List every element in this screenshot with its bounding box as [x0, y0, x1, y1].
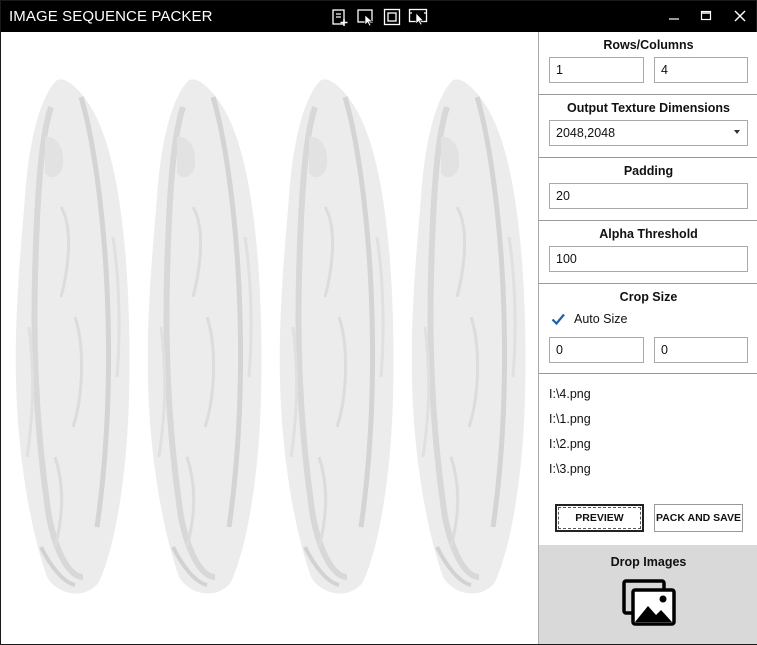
app-window: IMAGE SEQUENCE PACKER Rows/Columns 1 4 O… [0, 0, 757, 645]
padding-input[interactable]: 20 [549, 183, 748, 209]
list-item[interactable]: I:\3.png [549, 462, 591, 476]
crop-height-input[interactable]: 0 [654, 337, 748, 363]
auto-size-checkbox[interactable] [550, 311, 566, 327]
sprite-frame [143, 77, 263, 599]
sprite-frame [275, 77, 395, 599]
alpha-threshold-input[interactable]: 100 [549, 246, 748, 272]
output-texture-label: Output Texture Dimensions [567, 101, 730, 115]
add-file-icon[interactable] [330, 7, 350, 27]
columns-input[interactable]: 4 [654, 57, 748, 83]
drop-images-zone[interactable]: Drop Images [539, 545, 757, 644]
list-item[interactable]: I:\2.png [549, 437, 591, 451]
fit-frame-icon[interactable] [382, 7, 402, 27]
crop-size-section: Crop Size Auto Size 0 0 [539, 284, 757, 374]
alpha-threshold-section: Alpha Threshold 100 [539, 221, 757, 284]
title-bar: IMAGE SEQUENCE PACKER [1, 1, 756, 40]
minimize-button[interactable] [661, 6, 687, 28]
padding-section: Padding 20 [539, 158, 757, 221]
rows-columns-section: Rows/Columns 1 4 [539, 32, 757, 95]
auto-size-label: Auto Size [574, 312, 628, 326]
app-title: IMAGE SEQUENCE PACKER [9, 8, 213, 25]
screen-select-icon[interactable] [408, 7, 428, 27]
list-item[interactable]: I:\4.png [549, 387, 591, 401]
settings-panel: Rows/Columns 1 4 Output Texture Dimensio… [538, 32, 757, 644]
close-icon [734, 10, 746, 22]
rows-input[interactable]: 1 [549, 57, 644, 83]
drop-images-label: Drop Images [610, 555, 687, 569]
crop-size-label: Crop Size [619, 290, 678, 304]
list-item[interactable]: I:\1.png [549, 412, 591, 426]
close-button[interactable] [727, 6, 753, 28]
images-icon [622, 579, 676, 626]
maximize-icon [700, 10, 712, 21]
maximize-button[interactable] [693, 6, 719, 28]
minimize-icon [669, 18, 679, 20]
sprite-frame [407, 77, 527, 599]
preview-button[interactable]: PREVIEW [555, 504, 644, 532]
output-texture-section: Output Texture Dimensions 2048,2048 [539, 95, 757, 158]
pack-and-save-button[interactable]: PACK AND SAVE [654, 504, 743, 532]
padding-label: Padding [623, 164, 674, 178]
rows-columns-label: Rows/Columns [603, 38, 694, 52]
packed-preview-canvas[interactable] [2, 32, 538, 644]
crop-width-input[interactable]: 0 [549, 337, 644, 363]
output-texture-value: 2048,2048 [556, 126, 616, 140]
select-cursor-icon[interactable] [356, 7, 376, 27]
output-texture-dropdown[interactable]: 2048,2048 [549, 120, 748, 146]
chevron-down-icon [734, 130, 740, 134]
sprite-frame [11, 77, 131, 599]
alpha-threshold-label: Alpha Threshold [599, 227, 698, 241]
